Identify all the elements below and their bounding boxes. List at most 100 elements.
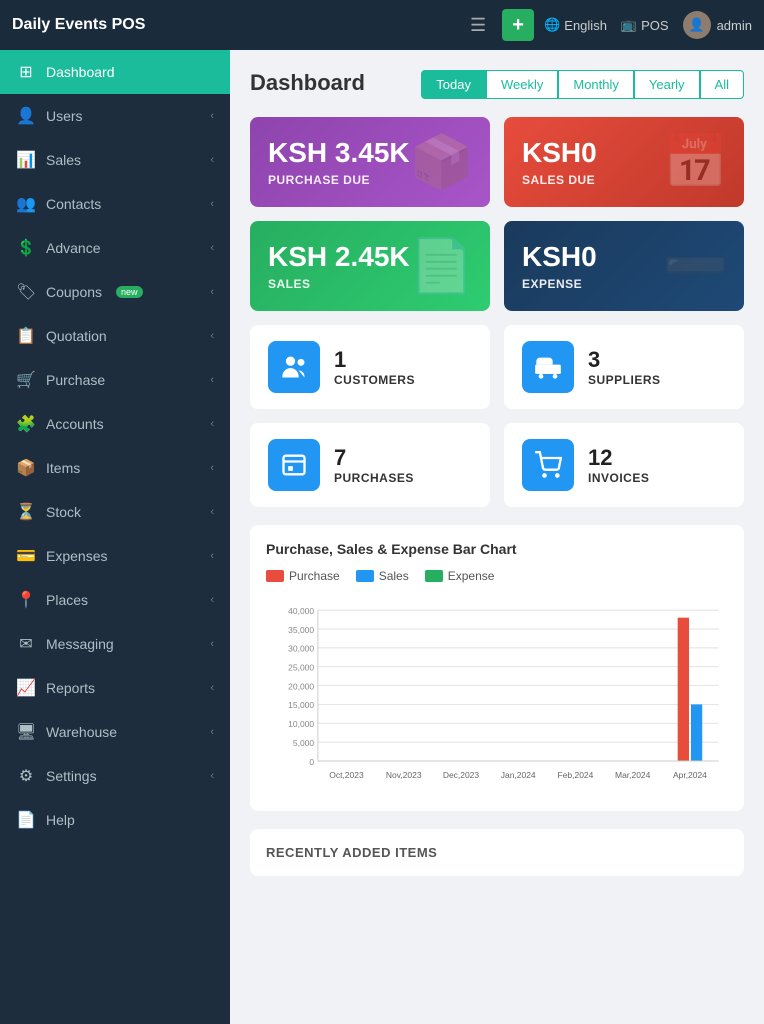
chevron-icon: ‹ [210,330,214,342]
topnav: Daily Events POS ☰ + 🌐 English 📺 POS 👤 a… [0,0,764,50]
help-icon: 📄 [16,810,36,830]
contacts-icon: 👥 [16,194,36,214]
avatar: 👤 [683,11,711,39]
pos-button[interactable]: 📺 POS [621,17,669,33]
sidebar-item-warehouse[interactable]: 🖥 Warehouse ‹ [0,710,230,754]
count-card-customers[interactable]: 1 CUSTOMERS [250,325,490,409]
sidebar-label-advance: Advance [46,240,100,256]
bar-sales-6 [691,704,702,761]
menu-button[interactable]: ☰ [464,11,492,40]
pos-icon: 📺 [621,17,637,33]
sidebar-item-stock[interactable]: ⏳ Stock ‹ [0,490,230,534]
legend-purchase: Purchase [266,569,340,583]
sidebar-label-sales: Sales [46,152,81,168]
svg-text:25,000: 25,000 [288,662,314,672]
warehouse-icon: 🖥 [16,722,36,742]
sidebar-item-reports[interactable]: 📈 Reports ‹ [0,666,230,710]
svg-text:30,000: 30,000 [288,644,314,654]
chart-section: Purchase, Sales & Expense Bar Chart Purc… [250,525,744,811]
svg-text:15,000: 15,000 [288,700,314,710]
chevron-icon: ‹ [210,374,214,386]
sidebar-item-messaging[interactable]: ✉ Messaging ‹ [0,622,230,666]
reports-icon: 📈 [16,678,36,698]
sidebar-label-users: Users [46,108,83,124]
stat-card-sales[interactable]: KSH 2.45K SALES 📄 [250,221,490,311]
svg-text:5,000: 5,000 [293,738,314,748]
count-icon-customers [268,341,320,393]
sidebar-label-reports: Reports [46,680,95,696]
filter-tab-today[interactable]: Today [421,70,486,99]
quotation-icon: 📋 [16,326,36,346]
recently-title: RECENTLY ADDED ITEMS [266,845,728,860]
recently-section: RECENTLY ADDED ITEMS [250,829,744,876]
sidebar-item-items[interactable]: 📦 Items ‹ [0,446,230,490]
svg-text:Nov,2023: Nov,2023 [386,770,422,780]
sidebar-item-coupons[interactable]: 🏷 Coupons new ‹ [0,270,230,314]
stat-icon: 📄 [409,236,474,297]
admin-profile[interactable]: 👤 admin [683,11,752,39]
svg-text:Feb,2024: Feb,2024 [558,770,594,780]
sidebar-item-quotation[interactable]: 📋 Quotation ‹ [0,314,230,358]
topnav-right: 🌐 English 📺 POS 👤 admin [544,11,752,39]
accounts-icon: 🧩 [16,414,36,434]
sidebar-item-accounts[interactable]: 🧩 Accounts ‹ [0,402,230,446]
chevron-icon: ‹ [210,682,214,694]
stat-card-expense[interactable]: KSH0 EXPENSE ➖ [504,221,744,311]
chevron-icon: ‹ [210,550,214,562]
chevron-icon: ‹ [210,594,214,606]
legend-dot-purchase [266,570,284,582]
coupons-icon: 🏷 [16,282,36,302]
svg-text:Mar,2024: Mar,2024 [615,770,651,780]
stat-card-sales-due[interactable]: KSH0 SALES DUE 📅 [504,117,744,207]
count-card-purchases[interactable]: 7 PURCHASES [250,423,490,507]
svg-text:Oct,2023: Oct,2023 [329,770,364,780]
purchase-icon: 🛒 [16,370,36,390]
filter-tab-monthly[interactable]: Monthly [558,70,634,99]
svg-text:20,000: 20,000 [288,681,314,691]
chart-title: Purchase, Sales & Expense Bar Chart [266,541,728,557]
count-cards: 1 CUSTOMERS 3 SUPPLIERS 7 PURCHASES 12 I… [250,325,744,507]
sidebar: ⊞ Dashboard 👤 Users ‹ 📊 Sales ‹ 👥 Contac… [0,50,230,1024]
count-card-invoices[interactable]: 12 INVOICES [504,423,744,507]
main-content: Dashboard TodayWeeklyMonthlyYearlyAll KS… [230,50,764,1024]
sidebar-label-settings: Settings [46,768,97,784]
sidebar-item-dashboard[interactable]: ⊞ Dashboard [0,50,230,94]
sidebar-item-purchase[interactable]: 🛒 Purchase ‹ [0,358,230,402]
globe-icon: 🌐 [544,17,560,33]
filter-tab-yearly[interactable]: Yearly [634,70,700,99]
count-icon-purchases [268,439,320,491]
filter-tabs: TodayWeeklyMonthlyYearlyAll [421,70,744,99]
stat-icon: 📅 [663,132,728,193]
language-selector[interactable]: 🌐 English [544,17,607,33]
legend-sales: Sales [356,569,409,583]
sidebar-item-users[interactable]: 👤 Users ‹ [0,94,230,138]
chevron-icon: ‹ [210,638,214,650]
sidebar-item-advance[interactable]: 💲 Advance ‹ [0,226,230,270]
filter-tab-weekly[interactable]: Weekly [486,70,558,99]
add-button[interactable]: + [502,9,534,41]
chevron-icon: ‹ [210,506,214,518]
svg-text:Dec,2023: Dec,2023 [443,770,480,780]
bar-purchase-6 [678,618,689,761]
sidebar-label-quotation: Quotation [46,328,107,344]
chevron-icon: ‹ [210,462,214,474]
chart-legend: PurchaseSalesExpense [266,569,728,583]
sidebar-item-sales[interactable]: 📊 Sales ‹ [0,138,230,182]
badge-new: new [116,286,143,298]
chevron-icon: ‹ [210,154,214,166]
count-info-suppliers: 3 SUPPLIERS [588,347,661,387]
sidebar-label-dashboard: Dashboard [46,64,115,80]
stat-card-purchase-due[interactable]: KSH 3.45K PURCHASE DUE 📦 [250,117,490,207]
sidebar-item-settings[interactable]: ⚙ Settings ‹ [0,754,230,798]
sidebar-item-expenses[interactable]: 💳 Expenses ‹ [0,534,230,578]
expenses-icon: 💳 [16,546,36,566]
messaging-icon: ✉ [16,634,36,654]
count-card-suppliers[interactable]: 3 SUPPLIERS [504,325,744,409]
sidebar-item-help[interactable]: 📄 Help [0,798,230,842]
count-icon-invoices [522,439,574,491]
chevron-icon: ‹ [210,286,214,298]
sidebar-item-places[interactable]: 📍 Places ‹ [0,578,230,622]
sidebar-item-contacts[interactable]: 👥 Contacts ‹ [0,182,230,226]
filter-tab-all[interactable]: All [700,70,744,99]
chart-svg: 05,00010,00015,00020,00025,00030,00035,0… [266,595,728,795]
